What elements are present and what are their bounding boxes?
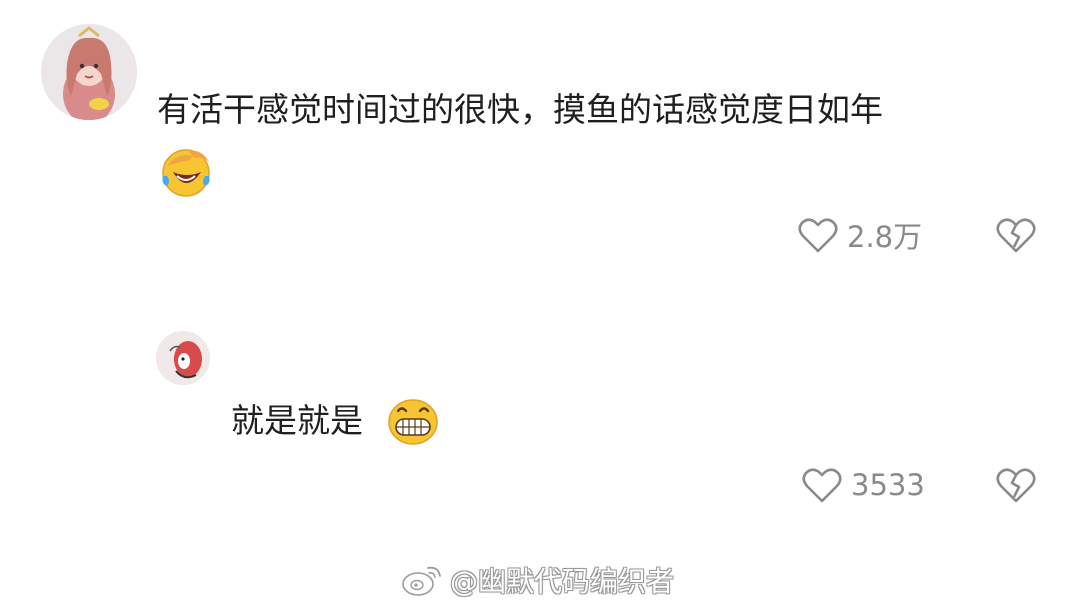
user-avatar-cartoon-icon — [156, 331, 210, 385]
watermark-text: @幽默代码编织者 — [450, 565, 675, 598]
laugh-cry-emoji-icon — [162, 149, 210, 197]
like-count: 3533 — [851, 468, 925, 502]
watermark: @幽默代码编织者 — [400, 560, 674, 600]
comment-text: 有活干感觉时间过的很快，摸鱼的话感觉度日如年 — [157, 90, 883, 129]
like-count: 2.8万 — [847, 220, 923, 254]
commenter-avatar[interactable] — [41, 24, 137, 120]
heart-outline-icon — [798, 218, 838, 253]
broken-heart-icon[interactable] — [995, 215, 1037, 255]
reply-commenter-avatar[interactable] — [156, 331, 210, 385]
like-button[interactable]: 2.8万 — [797, 212, 922, 258]
user-avatar-cartoon-girl-icon — [41, 24, 137, 120]
heart-outline-icon — [802, 468, 842, 503]
weibo-logo-icon — [402, 566, 441, 596]
grinning-teeth-emoji-icon — [388, 399, 438, 445]
reply-text: 就是就是 — [231, 401, 363, 440]
broken-heart-icon[interactable] — [995, 465, 1037, 505]
like-button[interactable]: 3533 — [801, 462, 925, 508]
